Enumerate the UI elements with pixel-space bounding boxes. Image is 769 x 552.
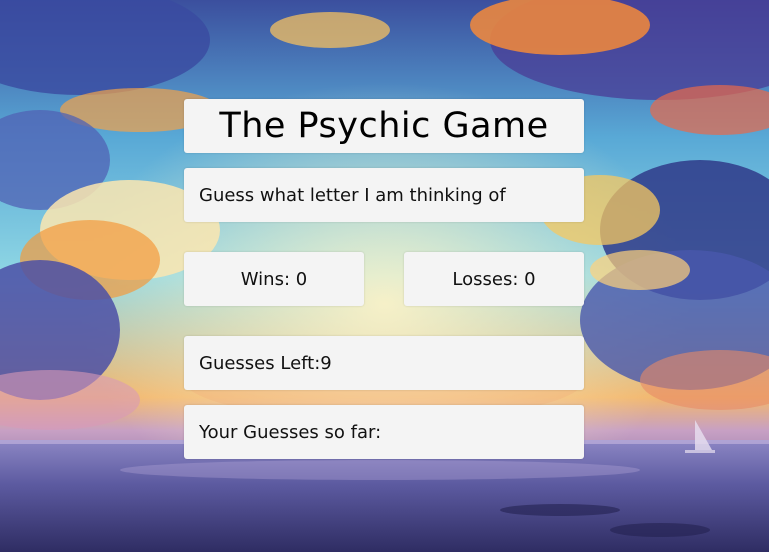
wins-card: Wins: 0 bbox=[184, 252, 364, 306]
wins-count: 0 bbox=[295, 268, 308, 290]
losses-label: Losses: bbox=[452, 268, 525, 290]
game-title: The Psychic Game bbox=[219, 106, 549, 146]
wins-label: Wins: bbox=[240, 268, 296, 290]
guesses-left-count: 9 bbox=[320, 352, 332, 374]
losses-count: 0 bbox=[524, 268, 536, 290]
guesses-so-far-label: Your Guesses so far: bbox=[199, 421, 382, 443]
guesses-so-far-card: Your Guesses so far: bbox=[184, 405, 584, 459]
guesses-left-label: Guesses Left: bbox=[199, 352, 321, 374]
background-painting bbox=[0, 0, 769, 552]
guesses-left-card: Guesses Left: 9 bbox=[184, 336, 584, 390]
prompt-text: Guess what letter I am thinking of bbox=[199, 184, 506, 206]
losses-card: Losses: 0 bbox=[404, 252, 584, 306]
prompt-card: Guess what letter I am thinking of bbox=[184, 168, 584, 222]
title-card: The Psychic Game bbox=[184, 99, 584, 153]
